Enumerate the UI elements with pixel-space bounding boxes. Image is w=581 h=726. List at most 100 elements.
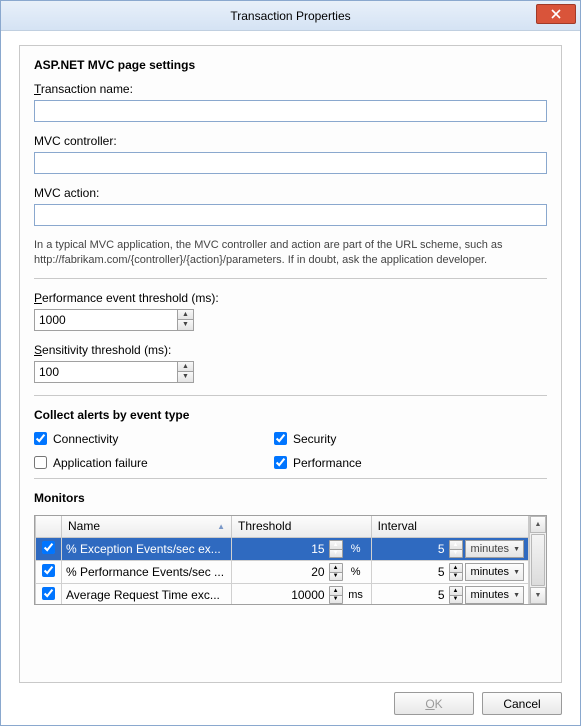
spin-up-icon[interactable]: ▲ [330,587,342,596]
section-monitors: Monitors [34,491,547,505]
chk-app-failure-box[interactable] [34,456,47,469]
spin-up-icon[interactable]: ▲ [178,310,193,321]
threshold-spinner[interactable]: ▲▼ [329,586,343,604]
row-checkbox[interactable] [42,587,55,600]
scroll-thumb[interactable] [531,534,545,586]
mvc-controller-input[interactable] [34,152,547,174]
table-row[interactable]: % Performance Events/sec ...20▲▼%5▲▼minu… [36,561,529,584]
content-area: ASP.NET MVC page settings Transaction na… [1,31,580,684]
row-checkbox[interactable] [42,541,55,554]
threshold-spinner[interactable]: ▲▼ [329,563,343,581]
label-mvc-controller: MVC controller: [34,134,547,148]
label-transaction-name: Transaction name: [34,82,547,96]
threshold-value: 10000 [236,588,327,602]
label-sens-threshold: Sensitivity threshold (ms): [34,343,547,357]
interval-spinner[interactable]: ▲▼ [449,563,463,581]
alerts-grid: Connectivity Security Application failur… [34,432,547,470]
spin-down-icon[interactable]: ▼ [450,550,462,558]
threshold-value: 15 [236,542,327,556]
chk-security-box[interactable] [274,432,287,445]
spin-down-icon[interactable]: ▼ [330,596,342,604]
field-sens-threshold: Sensitivity threshold (ms): ▲ ▼ [34,343,547,383]
interval-value: 5 [376,588,447,602]
interval-value: 5 [376,565,447,579]
dialog-window: Transaction Properties ASP.NET MVC page … [0,0,581,726]
spin-down-icon[interactable]: ▼ [178,320,193,330]
spin-up-icon[interactable]: ▲ [330,541,342,550]
field-mvc-action: MVC action: [34,186,547,226]
sort-asc-icon: ▲ [217,522,225,531]
label-perf-threshold: Performance event threshold (ms): [34,291,547,305]
chk-security[interactable]: Security [274,432,547,446]
monitors-table: Name▲ Threshold Interval % Exception Eve… [34,515,547,605]
scroll-up-icon[interactable]: ▲ [530,516,546,533]
divider [34,478,547,479]
spin-up-icon[interactable]: ▲ [450,541,462,550]
spin-down-icon[interactable]: ▼ [330,550,342,558]
cancel-button[interactable]: Cancel [482,692,562,715]
spin-down-icon[interactable]: ▼ [450,596,462,604]
row-checkbox[interactable] [42,564,55,577]
close-button[interactable] [536,4,576,24]
interval-unit-dropdown[interactable]: minutes▼ [465,563,524,581]
sens-threshold-input[interactable] [35,362,177,382]
perf-threshold-input[interactable] [35,310,177,330]
scroll-down-icon[interactable]: ▼ [530,587,546,604]
sens-threshold-spinner[interactable]: ▲ ▼ [34,361,194,383]
table-header-row: Name▲ Threshold Interval [36,516,529,538]
col-name[interactable]: Name▲ [62,516,232,538]
titlebar: Transaction Properties [1,1,580,31]
chk-performance-box[interactable] [274,456,287,469]
col-threshold[interactable]: Threshold [232,516,372,538]
threshold-spinner[interactable]: ▲▼ [329,540,343,558]
col-check[interactable] [36,516,62,538]
threshold-value: 20 [236,565,327,579]
spin-up-icon[interactable]: ▲ [330,564,342,573]
field-perf-threshold: Performance event threshold (ms): ▲ ▼ [34,291,547,331]
transaction-name-input[interactable] [34,100,547,122]
perf-threshold-spinner[interactable]: ▲ ▼ [34,309,194,331]
chk-app-failure[interactable]: Application failure [34,456,274,470]
spin-down-icon[interactable]: ▼ [330,573,342,581]
divider [34,278,547,279]
threshold-unit: ms [345,589,367,601]
field-transaction-name: Transaction name: [34,82,547,122]
spinner-buttons[interactable]: ▲ ▼ [177,310,193,330]
vertical-scrollbar[interactable]: ▲ ▼ [529,516,546,604]
chevron-down-icon: ▼ [513,592,520,599]
table-row[interactable]: Average Request Time exc...10000▲▼ms5▲▼m… [36,584,529,604]
interval-spinner[interactable]: ▲▼ [449,586,463,604]
interval-value: 5 [376,542,447,556]
spin-up-icon[interactable]: ▲ [450,587,462,596]
section-page-settings: ASP.NET MVC page settings [34,58,547,72]
threshold-unit: % [345,543,367,555]
close-icon [551,9,561,19]
interval-spinner[interactable]: ▲▼ [449,540,463,558]
spin-down-icon[interactable]: ▼ [178,372,193,382]
window-title: Transaction Properties [230,9,350,23]
row-name: Average Request Time exc... [62,584,232,604]
spinner-buttons[interactable]: ▲ ▼ [177,362,193,382]
divider [34,395,547,396]
chk-connectivity[interactable]: Connectivity [34,432,274,446]
interval-unit-dropdown[interactable]: minutes▼ [465,540,524,558]
spin-down-icon[interactable]: ▼ [450,573,462,581]
interval-unit-dropdown[interactable]: minutes▼ [465,586,524,604]
spin-up-icon[interactable]: ▲ [450,564,462,573]
help-text: In a typical MVC application, the MVC co… [34,238,547,268]
row-name: % Performance Events/sec ... [62,561,232,584]
field-mvc-controller: MVC controller: [34,134,547,174]
spin-up-icon[interactable]: ▲ [178,362,193,373]
threshold-unit: % [345,566,367,578]
row-name: % Exception Events/sec ex... [62,538,232,561]
ok-button[interactable]: OK [394,692,474,715]
mvc-action-input[interactable] [34,204,547,226]
chevron-down-icon: ▼ [513,569,520,576]
table-row[interactable]: % Exception Events/sec ex...15▲▼%5▲▼minu… [36,538,529,561]
inner-panel: ASP.NET MVC page settings Transaction na… [19,45,562,683]
chk-connectivity-box[interactable] [34,432,47,445]
label-mvc-action: MVC action: [34,186,547,200]
col-interval[interactable]: Interval [371,516,528,538]
dialog-buttons: OK Cancel [1,684,580,725]
chk-performance[interactable]: Performance [274,456,547,470]
